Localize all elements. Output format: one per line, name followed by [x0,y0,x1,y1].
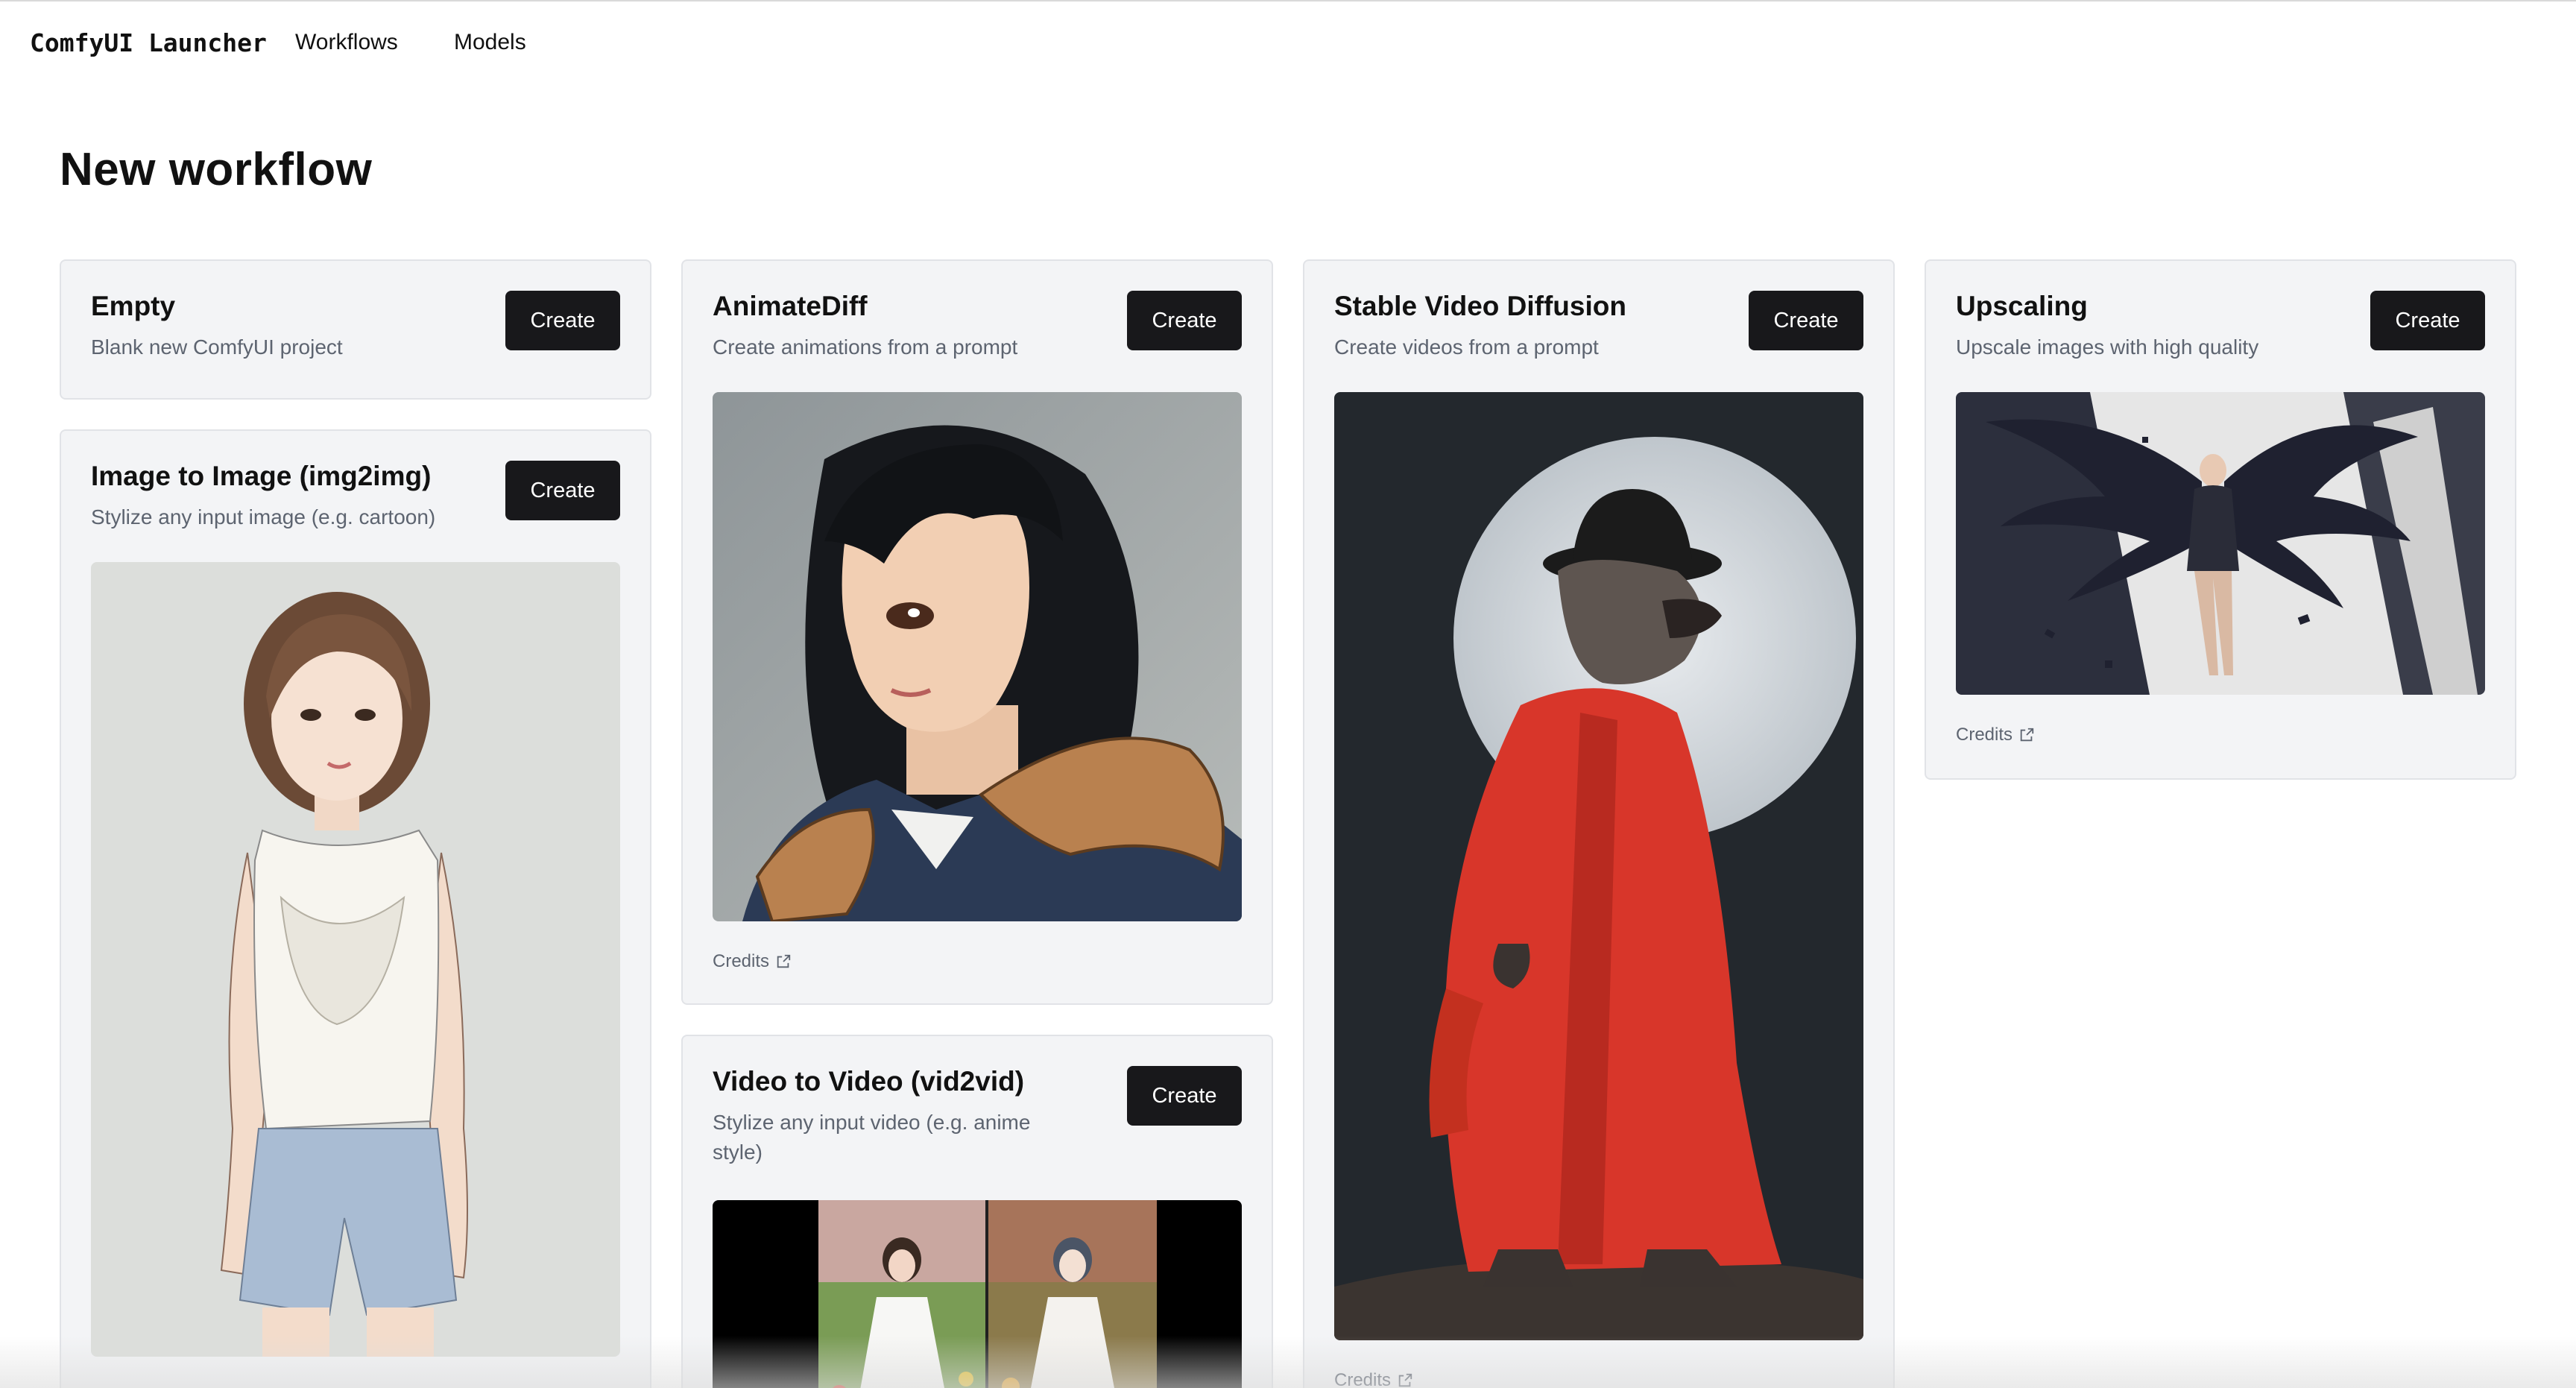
card-description: Stylize any input video (e.g. anime styl… [713,1111,1031,1164]
card-title: AnimateDiff [713,291,868,321]
card-description: Create animations from a prompt [713,335,1018,359]
create-button-img2img[interactable]: Create [505,461,620,520]
credits-label: Credits [1956,725,2013,745]
workflow-card-img2img: Image to Image (img2img) Stylize any inp… [60,429,651,1388]
card-description: Upscale images with high quality [1956,335,2259,359]
card-description: Blank new ComfyUI project [91,335,343,359]
credits-link[interactable]: Credits [1956,725,2035,745]
cartoon-woman-image [91,562,620,1357]
create-button-animatediff[interactable]: Create [1127,291,1242,350]
nav-link-models[interactable]: Models [454,30,526,55]
workflow-card-animatediff: AnimateDiff Create animations from a pro… [681,259,1273,1005]
nav-link-workflows[interactable]: Workflows [295,30,398,55]
anime-girl-image [713,392,1242,921]
workflow-card-vid2vid: Video to Video (vid2vid) Stylize any inp… [681,1035,1273,1388]
workflow-card-stable-video-diffusion: Stable Video Diffusion Create videos fro… [1303,259,1895,1388]
create-button-vid2vid[interactable]: Create [1127,1066,1242,1126]
credits-link[interactable]: Credits [713,951,792,972]
credits-link[interactable]: Credits [1334,1370,1413,1388]
external-link-icon [777,954,791,968]
workflow-card-upscaling: Upscaling Upscale images with high quali… [1925,259,2516,780]
create-button-svd[interactable]: Create [1749,291,1863,350]
brand-logo[interactable]: ComfyUI Launcher [30,28,267,57]
werewolf-moon-image [1334,392,1863,1340]
create-button-empty[interactable]: Create [505,291,620,350]
card-description: Stylize any input image (e.g. cartoon) [91,505,436,529]
external-link-icon [2020,728,2034,742]
card-title: Upscaling [1956,291,2088,321]
winged-figure-image [1956,392,2485,695]
card-title: Video to Video (vid2vid) [713,1066,1025,1097]
card-title: Empty [91,291,176,321]
credits-label: Credits [1334,1370,1392,1388]
launcher-page: ComfyUI Launcher Workflows Models New wo… [0,0,2576,1388]
external-link-icon [1398,1373,1412,1387]
credits-label: Credits [713,951,770,971]
workflow-card-empty: Empty Blank new ComfyUI project Create [60,259,651,400]
create-button-upscaling[interactable]: Create [2370,291,2485,350]
video-comparison-image [713,1200,1242,1388]
top-nav: ComfyUI Launcher Workflows Models [0,1,2576,88]
page-title: New workflow [60,144,373,195]
card-title: Image to Image (img2img) [91,461,432,491]
card-description: Create videos from a prompt [1334,335,1599,359]
card-title: Stable Video Diffusion [1334,291,1626,321]
